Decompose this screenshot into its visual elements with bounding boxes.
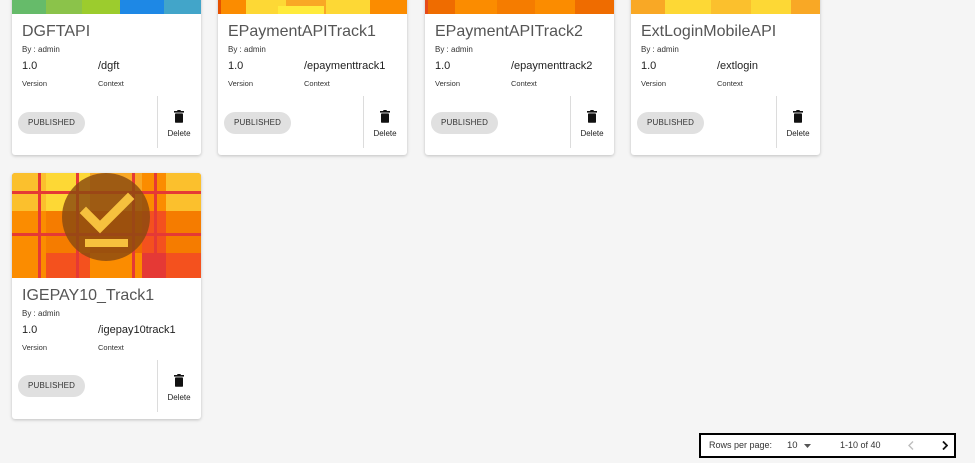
chevron-right-icon [942, 441, 948, 450]
api-card-dgftapi[interactable]: DGFTAPI By : admin 1.0 /dgft Version Con… [12, 0, 201, 155]
api-card-epaymentapitrack1[interactable]: EPaymentAPITrack1 By : admin 1.0 /epayme… [218, 0, 407, 155]
api-owner: By : admin [22, 45, 60, 54]
next-page-button[interactable] [942, 435, 948, 450]
status-badge: PUBLISHED [18, 112, 86, 134]
api-owner: By : admin [435, 45, 473, 54]
context-label: Context [98, 343, 124, 352]
trash-icon [793, 110, 803, 123]
api-context: /igepay10track1 [98, 324, 176, 336]
pagination-bar: Rows per page: 10 1-10 of 40 [699, 433, 956, 458]
api-version: 1.0 [22, 60, 38, 72]
api-version: 1.0 [228, 60, 244, 72]
api-context: /epaymenttrack1 [304, 60, 386, 72]
chevron-left-icon [908, 441, 914, 450]
api-thumbnail[interactable] [425, 0, 614, 14]
status-badge: PUBLISHED [18, 375, 86, 397]
delete-label: Delete [167, 129, 191, 138]
version-label: Version [228, 79, 254, 88]
api-card-extloginmobileapi[interactable]: ExtLoginMobileAPI By : admin 1.0 /extlog… [631, 0, 820, 155]
delete-button[interactable]: Delete [160, 108, 198, 152]
status-badge: PUBLISHED [431, 112, 499, 134]
api-thumbnail[interactable] [631, 0, 820, 14]
api-title[interactable]: IGEPAY10_Track1 [22, 287, 154, 305]
delete-label: Delete [167, 393, 191, 402]
api-owner: By : admin [22, 309, 60, 318]
api-thumbnail[interactable] [12, 0, 201, 14]
delete-button[interactable]: Delete [160, 372, 198, 416]
context-label: Context [511, 79, 537, 88]
api-owner: By : admin [228, 45, 266, 54]
caret-down-icon [803, 443, 811, 448]
card-divider [776, 96, 777, 148]
delete-label: Delete [580, 129, 604, 138]
status-badge: PUBLISHED [637, 112, 705, 134]
delete-label: Delete [786, 129, 810, 138]
trash-icon [174, 110, 184, 123]
api-card-epaymentapitrack2[interactable]: EPaymentAPITrack2 By : admin 1.0 /epayme… [425, 0, 614, 155]
card-divider [157, 360, 158, 412]
api-version: 1.0 [641, 60, 657, 72]
api-version: 1.0 [435, 60, 451, 72]
card-divider [157, 96, 158, 148]
version-label: Version [641, 79, 667, 88]
status-badge: PUBLISHED [224, 112, 292, 134]
pagination-range: 1-10 of 40 [840, 440, 881, 450]
delete-label: Delete [373, 129, 397, 138]
trash-icon [587, 110, 597, 123]
delete-button[interactable]: Delete [779, 108, 817, 152]
rows-per-page-select[interactable]: 10 [787, 435, 811, 456]
context-label: Context [717, 79, 743, 88]
api-version: 1.0 [22, 324, 38, 336]
version-label: Version [22, 343, 48, 352]
rows-per-page-label: Rows per page: [709, 440, 773, 450]
version-label: Version [22, 79, 48, 88]
previous-page-button[interactable] [908, 435, 914, 450]
trash-icon [380, 110, 390, 123]
api-thumbnail[interactable] [12, 173, 201, 278]
api-context: /dgft [98, 60, 120, 72]
api-context: /extlogin [717, 60, 758, 72]
api-context: /epaymenttrack2 [511, 60, 593, 72]
api-thumbnail[interactable] [218, 0, 407, 14]
api-title[interactable]: EPaymentAPITrack1 [228, 23, 376, 41]
card-divider [363, 96, 364, 148]
trash-icon [174, 374, 184, 387]
api-title[interactable]: EPaymentAPITrack2 [435, 23, 583, 41]
card-divider [570, 96, 571, 148]
version-label: Version [435, 79, 461, 88]
delete-button[interactable]: Delete [366, 108, 404, 152]
api-owner: By : admin [641, 45, 679, 54]
delete-button[interactable]: Delete [573, 108, 611, 152]
api-title[interactable]: ExtLoginMobileAPI [641, 23, 776, 41]
checkmark-badge-icon [62, 173, 150, 261]
api-title[interactable]: DGFTAPI [22, 23, 90, 41]
api-card-igepay10-track1[interactable]: IGEPAY10_Track1 By : admin 1.0 /igepay10… [12, 173, 201, 419]
context-label: Context [304, 79, 330, 88]
context-label: Context [98, 79, 124, 88]
rows-per-page-value: 10 [787, 440, 798, 451]
